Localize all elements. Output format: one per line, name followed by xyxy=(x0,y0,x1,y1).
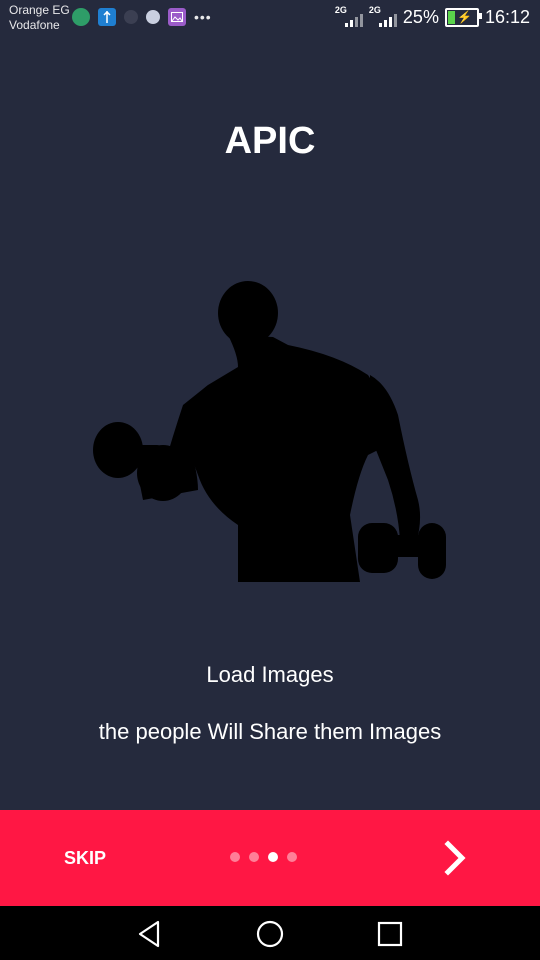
usb-icon xyxy=(98,8,116,26)
page-dot xyxy=(230,852,240,862)
page-dot xyxy=(287,852,297,862)
navigation-bar xyxy=(0,906,540,960)
battery-icon: ⚡ xyxy=(444,7,482,27)
carrier-2: Vodafone xyxy=(9,18,60,32)
app-title: APIC xyxy=(224,120,316,162)
notification-icons: ••• xyxy=(72,8,212,26)
signal-icon: 2G xyxy=(335,5,363,28)
back-icon[interactable] xyxy=(134,918,166,950)
ball-icon xyxy=(146,10,160,24)
battery-fill xyxy=(447,10,455,24)
battery-percent: 25% xyxy=(402,6,439,27)
signal-icon: 2G xyxy=(369,5,397,28)
carrier-1: Orange EG xyxy=(9,3,70,17)
page-indicator xyxy=(230,852,297,862)
system-status: 2G 2G 25% ⚡ 16:12 xyxy=(335,5,530,28)
page-dot xyxy=(268,852,278,862)
slide-title: Load Images xyxy=(206,662,334,687)
chevron-right-icon xyxy=(444,840,466,876)
message-icon xyxy=(124,10,138,24)
charging-icon: ⚡ xyxy=(456,9,472,24)
status-bar: Orange EG Vodafone ••• 2G 2G 25% ⚡ 16:12 xyxy=(0,0,540,36)
carrier-info: Orange EG Vodafone xyxy=(9,3,70,33)
clock: 16:12 xyxy=(484,6,530,27)
slide-subtitle: the people Will Share them Images xyxy=(98,719,442,744)
next-button[interactable] xyxy=(438,840,474,876)
page-dot xyxy=(249,852,259,862)
bodybuilder-silhouette-image xyxy=(93,281,446,582)
skip-button[interactable]: SKIP xyxy=(64,848,106,869)
recents-icon[interactable] xyxy=(374,918,406,950)
gallery-icon xyxy=(168,8,186,26)
onboarding-bottom-bar: SKIP xyxy=(0,810,540,906)
globe-icon xyxy=(72,8,90,26)
more-notifications: ••• xyxy=(194,9,212,25)
home-icon[interactable] xyxy=(254,918,286,950)
